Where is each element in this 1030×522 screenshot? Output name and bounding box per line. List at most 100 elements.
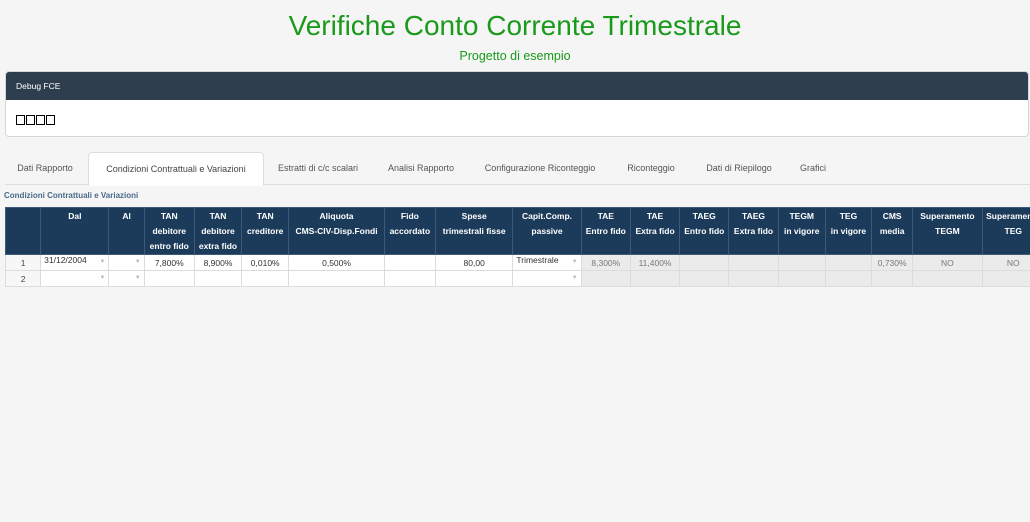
column-header-line: [437, 239, 511, 254]
cell-tan-creditore[interactable]: 0,010%: [241, 254, 290, 271]
column-header[interactable]: TAN debitore entro fido: [143, 207, 195, 255]
column-header-line: Extra fido: [733, 225, 774, 236]
column-header[interactable]: [4, 207, 42, 255]
column-header[interactable]: TAEG Extra fido: [728, 207, 779, 255]
column-header[interactable]: CMS media: [871, 207, 914, 255]
column-header[interactable]: TAEG Entro fido: [679, 207, 730, 255]
column-header[interactable]: Capit.Comp. passive: [512, 207, 582, 255]
cell-tan-debitore-extra[interactable]: 8,900%: [193, 254, 243, 271]
cell-superamento-teg: [981, 270, 1030, 287]
cell-spese[interactable]: [434, 270, 514, 287]
cell-taeg-entro: [679, 270, 730, 287]
tab-riconteggio[interactable]: Riconteggio: [616, 152, 686, 185]
column-header-line: Fido: [400, 210, 419, 221]
cell-tan-debitore-entro[interactable]: 7,800%: [143, 254, 195, 271]
tab-bar: Dati Rapporto Condizioni Contrattuali e …: [5, 152, 1030, 186]
column-header-line: TEG: [839, 210, 858, 221]
missing-glyph-icon: [26, 115, 35, 125]
tab-dati-riepilogo[interactable]: Dati di Riepilogo: [693, 152, 785, 185]
column-header-line: TAEG: [692, 210, 716, 221]
tab-estratti-scalari[interactable]: Estratti di c/c scalari: [267, 152, 369, 185]
dropdown-arrow-icon[interactable]: ▼: [100, 272, 106, 286]
column-header[interactable]: TEGM in vigore: [777, 207, 826, 255]
column-header[interactable]: TAE Extra fido: [629, 207, 681, 255]
column-header-line: [290, 239, 382, 254]
cell-dal-value: 31/12/2004: [44, 255, 87, 266]
dropdown-arrow-icon[interactable]: ▼: [100, 256, 106, 270]
tab-analisi-rapporto[interactable]: Analisi Rapporto: [375, 152, 467, 185]
cell-tegm: [777, 254, 826, 271]
dropdown-arrow-icon[interactable]: ▼: [135, 256, 141, 270]
tab-grafici[interactable]: Grafici: [788, 152, 838, 185]
cell-superamento-tegm: NO: [912, 254, 983, 271]
column-header-line: in vigore: [830, 225, 867, 236]
cell-spese[interactable]: 80,00: [434, 254, 514, 271]
column-header[interactable]: Al: [108, 207, 145, 255]
grid-header-row: Dal Al TAN debitore entro fido TAN debitore e…: [4, 207, 1030, 255]
column-header-line: TEG: [1004, 225, 1023, 236]
cell-capitalizzazione[interactable]: ▼: [512, 270, 582, 287]
column-header-line: Dal: [68, 210, 82, 221]
column-header-line: Aliquota: [319, 210, 354, 221]
row-number: 1: [4, 254, 42, 271]
tab-configurazione-riconteggio[interactable]: Configurazione Riconteggio: [471, 152, 609, 185]
cell-teg: [824, 270, 873, 287]
column-header-line: TEGM: [935, 225, 960, 236]
cell-tan-debitore-entro[interactable]: [143, 270, 195, 287]
cell-aliquota[interactable]: [288, 270, 385, 287]
cell-dal[interactable]: ▼: [40, 270, 110, 287]
cell-superamento-tegm: [912, 270, 983, 287]
missing-glyph-icon: [46, 115, 55, 125]
page-title: Verifiche Conto Corrente Trimestrale: [288, 10, 742, 41]
cell-tan-debitore-extra[interactable]: [193, 270, 243, 287]
column-header[interactable]: TAN debitore extra fido: [193, 207, 243, 255]
column-header-line: [110, 239, 142, 254]
column-header-line: [827, 239, 870, 254]
cell-tegm: [777, 270, 826, 287]
missing-glyph-icon: [16, 115, 25, 125]
column-header-line: trimestrali fisse: [442, 225, 506, 236]
column-header-line: Extra fido: [635, 225, 675, 236]
page-subtitle: Progetto di esempio: [459, 49, 571, 63]
column-header[interactable]: Superamento TEGM: [912, 207, 983, 255]
column-header-line: Entro fido: [585, 225, 626, 236]
cell-taeg-extra: [728, 270, 779, 287]
column-header-line: TAE: [597, 210, 614, 221]
cell-cms-media: [871, 270, 914, 287]
column-header[interactable]: TAN creditore: [241, 207, 290, 255]
cell-taeg-entro: [679, 254, 730, 271]
row-number: 2: [4, 270, 42, 287]
column-header[interactable]: Dal: [40, 207, 110, 255]
cell-fido-accordato[interactable]: [383, 254, 437, 271]
column-header-line: Superamento: [920, 210, 975, 221]
missing-glyph-icon: [36, 115, 45, 125]
column-header-line: [7, 209, 39, 224]
column-header-line: TAEG: [742, 210, 765, 221]
column-header-line: [984, 239, 1030, 254]
dropdown-arrow-icon[interactable]: ▼: [572, 256, 578, 270]
cell-superamento-teg: NO: [981, 254, 1030, 271]
cell-fido-accordato[interactable]: [383, 270, 437, 287]
cell-al[interactable]: ▼: [108, 270, 145, 287]
column-header[interactable]: Spese trimestrali fisse: [434, 207, 514, 255]
column-header-line: [514, 239, 579, 254]
cell-al[interactable]: ▼: [108, 254, 145, 271]
tab-dati-rapporto[interactable]: Dati Rapporto: [5, 152, 85, 185]
cell-tan-creditore[interactable]: [241, 270, 290, 287]
column-header[interactable]: TEG in vigore: [824, 207, 873, 255]
cell-tae-extra: [629, 270, 681, 287]
column-header[interactable]: Superamento TEG: [981, 207, 1030, 255]
cell-capitalizzazione[interactable]: Trimestrale ▼: [512, 254, 582, 271]
column-header-line: extra fido: [198, 240, 238, 251]
tab-condizioni-contrattuali[interactable]: Condizioni Contrattuali e Variazioni: [88, 152, 264, 186]
dropdown-arrow-icon[interactable]: ▼: [572, 272, 578, 286]
column-header-line: debitore: [201, 225, 235, 236]
dropdown-arrow-icon[interactable]: ▼: [135, 272, 141, 286]
cell-aliquota[interactable]: 0,500%: [288, 254, 385, 271]
column-header[interactable]: Fido accordato: [383, 207, 437, 255]
cell-dal[interactable]: 31/12/2004 ▼: [40, 254, 110, 271]
column-header[interactable]: Aliquota CMS-CIV-Disp.Fondi: [288, 207, 385, 255]
column-header-line: TAN: [256, 210, 274, 221]
column-header-line: [583, 239, 629, 254]
column-header[interactable]: TAE Entro fido: [580, 207, 631, 255]
